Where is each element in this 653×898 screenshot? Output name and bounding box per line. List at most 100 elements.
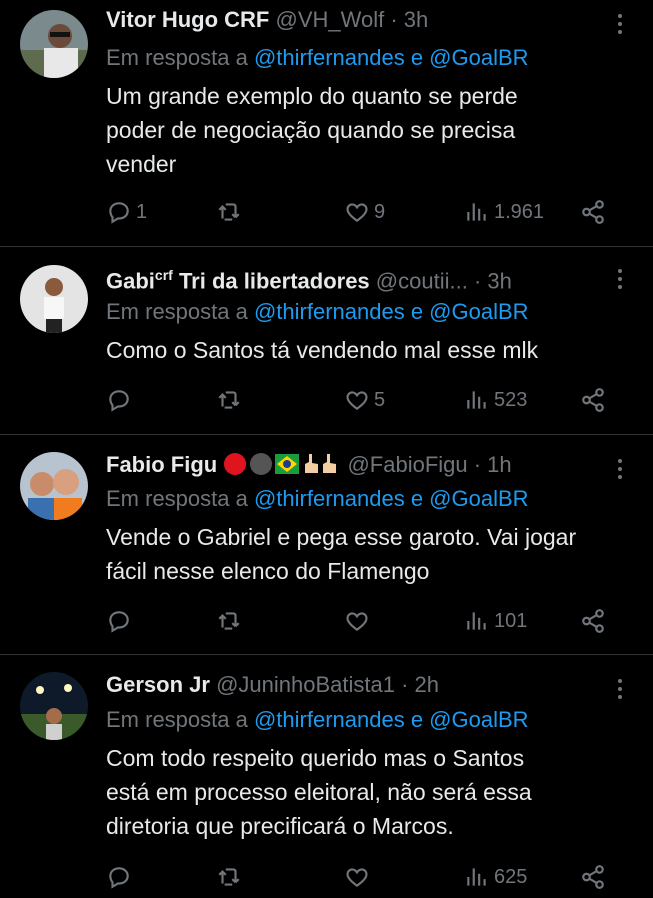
share-icon: [582, 200, 604, 224]
retweet-button[interactable]: [216, 197, 246, 227]
views-icon: [467, 391, 486, 409]
like-button[interactable]: [344, 606, 374, 636]
display-name-superscript: crf: [154, 267, 173, 283]
share-button[interactable]: [580, 385, 606, 415]
display-name[interactable]: Fabio Figu: [106, 452, 217, 477]
heart-icon: [346, 203, 368, 222]
tweet-actions: 1 9 1.961: [106, 197, 626, 227]
tweet[interactable]: Vitor Hugo CRF @VH_Wolf · 3h Em resposta…: [0, 0, 653, 246]
views-button[interactable]: 523: [464, 385, 527, 415]
like-button[interactable]: [344, 862, 374, 892]
display-name[interactable]: Gerson Jr: [106, 672, 210, 697]
more-options-icon[interactable]: [617, 679, 623, 703]
share-button[interactable]: [580, 862, 606, 892]
retweet-button[interactable]: [216, 862, 246, 892]
tweet-text: Como o Santos tá vendendo mal esse mlk: [106, 333, 626, 367]
share-icon: [582, 609, 604, 633]
replying-prefix: Em resposta a: [106, 707, 248, 732]
like-button[interactable]: 9: [344, 197, 385, 227]
tweet[interactable]: Gabicrf Tri da libertadores @coutii... ·…: [0, 247, 653, 434]
avatar[interactable]: [20, 452, 88, 520]
view-count: 523: [494, 388, 528, 411]
tweet-header: Gabicrf Tri da libertadores @coutii... ·…: [106, 261, 512, 295]
tweet-text-line: vender: [106, 151, 177, 177]
handle-time[interactable]: @FabioFigu · 1h: [347, 452, 511, 477]
tweet[interactable]: Fabio Figu @FabioFigu · 1h Em resposta a…: [0, 435, 653, 654]
tweet-text-line: poder de negociação quando se precisa: [106, 117, 516, 143]
reply-button[interactable]: 1: [106, 197, 147, 227]
display-name[interactable]: Gabi: [106, 268, 155, 293]
replying-to: Em resposta a @thirfernandes e @GoalBR: [106, 706, 529, 734]
views-icon: [467, 868, 486, 886]
reply-mentions[interactable]: @thirfernandes e @GoalBR: [254, 486, 529, 511]
retweet-icon: [218, 391, 240, 409]
views-button[interactable]: 1.961: [464, 197, 544, 227]
reply-icon: [109, 611, 129, 633]
tweet-text-line: diretoria que precificará o Marcos.: [106, 813, 454, 839]
tweet-text: Um grande exemplo do quanto se perde pod…: [106, 79, 626, 181]
tweet[interactable]: Gerson Jr @JuninhoBatista1 · 2h Em respo…: [0, 655, 653, 898]
reply-mentions[interactable]: @thirfernandes e @GoalBR: [254, 707, 529, 732]
reply-icon: [109, 202, 129, 224]
tweet-text: Com todo respeito querido mas o Santos e…: [106, 741, 626, 843]
display-name-suffix[interactable]: Tri da libertadores: [179, 268, 370, 293]
view-count: 101: [494, 609, 528, 632]
handle-time[interactable]: @coutii... · 3h: [376, 268, 512, 293]
view-count: 1.961: [494, 200, 545, 223]
handle-time[interactable]: @VH_Wolf · 3h: [275, 7, 428, 32]
tweet-text-line: está em processo eleitoral, não será ess…: [106, 779, 532, 805]
share-button[interactable]: [580, 197, 606, 227]
replying-to: Em resposta a @thirfernandes e @GoalBR: [106, 485, 529, 513]
heart-icon: [346, 868, 368, 887]
retweet-button[interactable]: [216, 606, 246, 636]
views-icon: [467, 203, 486, 221]
tweet-text: Vende o Gabriel e pega esse garoto. Vai …: [106, 520, 626, 588]
tweet-text-line: Um grande exemplo do quanto se perde: [106, 83, 518, 109]
avatar[interactable]: [20, 10, 88, 78]
reply-mentions[interactable]: @thirfernandes e @GoalBR: [254, 299, 529, 324]
views-button[interactable]: 101: [464, 606, 527, 636]
like-count: 9: [374, 200, 386, 223]
share-button[interactable]: [580, 606, 606, 636]
avatar[interactable]: [20, 672, 88, 740]
tweet-text-line: Vende o Gabriel e pega esse garoto. Vai …: [106, 524, 577, 550]
reply-icon: [109, 867, 129, 889]
replying-prefix: Em resposta a: [106, 299, 248, 324]
handle-time[interactable]: @JuninhoBatista1 · 2h: [216, 672, 439, 697]
avatar[interactable]: [20, 265, 88, 333]
tweet-text-line: Com todo respeito querido mas o Santos: [106, 745, 525, 771]
like-button[interactable]: 5: [344, 385, 385, 415]
replying-prefix: Em resposta a: [106, 486, 248, 511]
tweet-text-line: fácil nesse elenco do Flamengo: [106, 558, 430, 584]
like-count: 5: [374, 388, 386, 411]
reply-mentions[interactable]: @thirfernandes e @GoalBR: [254, 45, 529, 70]
tweet-actions: 625: [106, 862, 626, 892]
display-name[interactable]: Vitor Hugo CRF: [106, 7, 269, 32]
tweet-actions: 5 523: [106, 385, 626, 415]
replying-to: Em resposta a @thirfernandes e @GoalBR: [106, 44, 529, 72]
retweet-icon: [218, 612, 240, 630]
more-options-icon[interactable]: [617, 269, 623, 293]
reply-icon: [109, 390, 129, 412]
retweet-button[interactable]: [216, 385, 246, 415]
reply-count: 1: [136, 200, 148, 223]
reply-button[interactable]: [106, 862, 136, 892]
more-options-icon[interactable]: [617, 459, 623, 483]
tweet-header: Fabio Figu @FabioFigu · 1h: [106, 451, 512, 479]
more-options-icon[interactable]: [617, 14, 623, 38]
replying-prefix: Em resposta a: [106, 45, 248, 70]
view-count: 625: [494, 865, 528, 888]
heart-icon: [346, 391, 368, 410]
tweet-actions: 101: [106, 606, 626, 636]
retweet-icon: [218, 868, 240, 886]
views-icon: [467, 612, 486, 630]
heart-icon: [346, 612, 368, 631]
emoji-badges-icon: [224, 453, 337, 475]
views-button[interactable]: 625: [464, 862, 527, 892]
reply-button[interactable]: [106, 606, 136, 636]
share-icon: [582, 865, 604, 889]
tweet-header: Gerson Jr @JuninhoBatista1 · 2h: [106, 671, 439, 699]
reply-button[interactable]: [106, 385, 136, 415]
replying-to: Em resposta a @thirfernandes e @GoalBR: [106, 298, 529, 326]
share-icon: [582, 388, 604, 412]
